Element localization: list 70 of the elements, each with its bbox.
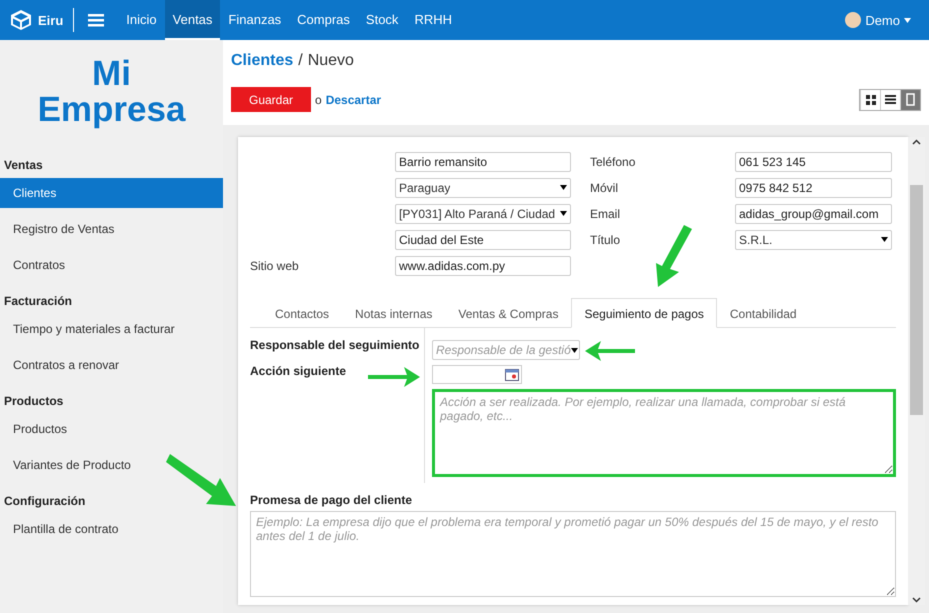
nav-item[interactable]: Stock bbox=[358, 0, 406, 40]
input-field[interactable]: Ciudad del Este bbox=[395, 230, 571, 250]
input-field[interactable]: Acción a ser realizada. Por ejemplo, realizar una llamada, comprobar si está pagado, etc... bbox=[432, 389, 896, 477]
tab[interactable]: Seguimiento de pagos bbox=[571, 298, 717, 328]
caret-icon bbox=[560, 185, 567, 190]
sidebar-item[interactable]: Contratos bbox=[0, 250, 78, 280]
save-button[interactable]: Guardar bbox=[231, 87, 311, 112]
grid-icon bbox=[866, 94, 876, 104]
section-title: Ventas bbox=[3, 157, 44, 174]
field-label: Teléfono bbox=[590, 154, 636, 168]
discard-link[interactable]: Descartar bbox=[326, 92, 382, 106]
select-field[interactable]: S.R.L. bbox=[735, 230, 892, 250]
avatar-icon bbox=[845, 12, 862, 28]
select-field[interactable]: Paraguay bbox=[395, 178, 571, 198]
tab[interactable]: Contabilidad bbox=[716, 298, 810, 328]
brand-logo[interactable]: Eiru bbox=[10, 8, 74, 32]
field-label: Email bbox=[590, 206, 620, 220]
calendar-icon bbox=[505, 368, 519, 380]
view-switch-button[interactable] bbox=[900, 90, 920, 110]
chevron-up-icon bbox=[912, 139, 921, 145]
sidebar-item[interactable]: Plantilla de contrato bbox=[0, 514, 132, 544]
field-label: Responsable del seguimiento bbox=[250, 338, 420, 352]
field-label: Sitio web bbox=[250, 258, 299, 272]
cube-icon bbox=[10, 9, 32, 31]
sidebar-item[interactable]: Productos bbox=[0, 414, 80, 444]
breadcrumb-current: Nuevo bbox=[308, 52, 354, 70]
nav-item[interactable]: Compras bbox=[289, 0, 358, 40]
sidebar-item[interactable]: Contratos a renovar bbox=[0, 350, 132, 380]
nav-item[interactable]: Ventas bbox=[164, 0, 220, 40]
or-text: o bbox=[315, 92, 322, 106]
tab[interactable]: Ventas & Compras bbox=[445, 298, 572, 328]
field-label: Título bbox=[590, 232, 620, 246]
nav-item[interactable]: Inicio bbox=[118, 0, 165, 40]
input-field[interactable]: Barrio remansito bbox=[395, 152, 571, 172]
input-field[interactable]: 061 523 145 bbox=[735, 152, 892, 172]
caret-icon bbox=[570, 348, 578, 352]
tab[interactable]: Contactos bbox=[262, 298, 342, 328]
sidebar-item[interactable]: Clientes bbox=[0, 178, 223, 208]
arrow-icon bbox=[368, 367, 420, 387]
input-field[interactable]: www.adidas.com.py bbox=[395, 256, 571, 276]
caret-icon bbox=[881, 237, 888, 242]
input-field[interactable]: 0975 842 512 bbox=[735, 178, 892, 198]
field-label: Promesa de pago del cliente bbox=[250, 493, 414, 507]
field-label: Acción siguiente bbox=[250, 364, 346, 378]
section-title: Configuración bbox=[3, 493, 86, 510]
arrow-icon bbox=[166, 454, 238, 508]
sidebar-item[interactable]: Registro de Ventas bbox=[0, 214, 128, 244]
field-label: Móvil bbox=[590, 180, 618, 194]
caret-icon bbox=[904, 18, 911, 22]
caret-icon bbox=[560, 211, 567, 216]
tab[interactable]: Notas internas bbox=[342, 298, 446, 328]
sidebar-item[interactable]: Tiempo y materiales a facturar bbox=[0, 314, 188, 344]
arrow-icon bbox=[585, 341, 635, 361]
form-icon bbox=[906, 93, 915, 106]
breadcrumb-link[interactable]: Clientes bbox=[231, 52, 294, 70]
select-field[interactable]: [PY031] Alto Paraná / Ciudad bbox=[395, 204, 571, 224]
input-field[interactable]: adidas_group@gmail.com bbox=[735, 204, 892, 224]
user-menu[interactable]: Demo bbox=[839, 0, 917, 40]
scrollbar-thumb[interactable] bbox=[910, 185, 923, 415]
input-field[interactable]: Ejemplo: La empresa dijo que el problema era temporal y prometió pagar un 50% después del 15 de mayo, y el resto antes del 1 de julio. bbox=[250, 511, 896, 597]
nav-item[interactable]: RRHH bbox=[406, 0, 460, 40]
date-field[interactable] bbox=[432, 365, 522, 384]
company-name: Mi Empresa bbox=[36, 56, 187, 128]
list-icon bbox=[885, 95, 896, 104]
section-title: Productos bbox=[3, 393, 64, 410]
nav-item[interactable]: Finanzas bbox=[220, 0, 290, 40]
section-title: Facturación bbox=[3, 293, 74, 310]
chevron-down-icon bbox=[912, 597, 921, 603]
breadcrumb-separator: / bbox=[298, 52, 303, 70]
sidebar-item[interactable]: Variantes de Producto bbox=[0, 450, 144, 480]
